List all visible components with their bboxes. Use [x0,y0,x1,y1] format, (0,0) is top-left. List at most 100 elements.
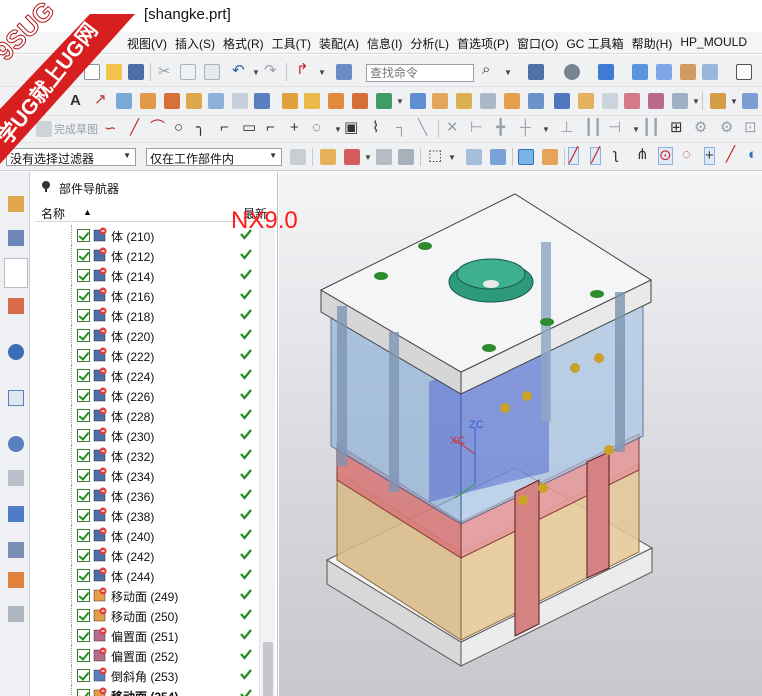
move-face-icon[interactable] [528,93,544,109]
replace-face-icon[interactable] [504,93,520,109]
select-dropdown-icon[interactable]: ▼ [364,153,372,162]
copy-icon[interactable] [180,64,196,80]
curve-dropdown-icon[interactable]: ▼ [318,68,326,77]
offset-dropdown-icon[interactable]: ▼ [334,125,342,134]
visibility-checkbox[interactable] [77,569,90,582]
feature-row[interactable]: 体 (242) [35,545,257,565]
visibility-checkbox[interactable] [77,469,90,482]
sketch-view-icon[interactable]: ⚙ [720,120,733,136]
sketch-settings-icon[interactable]: ⚙ [694,120,707,136]
resize-face-icon[interactable] [578,93,594,109]
cube-view-icon[interactable] [672,93,688,109]
cut-icon[interactable]: ✂ [158,64,171,80]
trim-icon[interactable]: ✕ [446,120,459,136]
component-icon[interactable] [742,93,758,109]
visibility-checkbox[interactable] [77,489,90,502]
hole-icon[interactable] [164,93,180,109]
visibility-checkbox[interactable] [77,429,90,442]
command-finder-icon[interactable] [336,64,352,80]
select-all-icon[interactable] [466,149,482,165]
mid-point-icon[interactable]: ╱ [590,147,602,165]
menu-item[interactable]: 帮助(H) [631,35,680,52]
select-body-icon[interactable] [344,149,360,165]
finish-sketch-icon[interactable] [36,121,52,137]
feature-row[interactable]: 体 (244) [35,565,257,585]
intersection-icon[interactable]: ┐ [396,120,407,136]
feature-row[interactable]: 体 (224) [35,365,257,385]
edit-dropdown-icon[interactable]: ▼ [542,125,550,134]
boss-icon[interactable] [186,93,202,109]
visibility-checkbox[interactable] [77,649,90,662]
background-icon[interactable] [680,64,696,80]
section-view-icon[interactable] [702,64,718,80]
feature-row[interactable]: 体 (228) [35,405,257,425]
feature-row[interactable]: 体 (218) [35,305,257,325]
fillet-icon[interactable]: ╮ [196,120,205,136]
menu-item[interactable]: 工具(T) [271,35,318,52]
trim-body-icon[interactable] [282,93,298,109]
dimension-icon[interactable]: ┃┃ [584,120,602,136]
visibility-checkbox[interactable] [77,689,90,696]
offset-curve-icon[interactable]: ◌ [312,120,321,136]
feature-row[interactable]: 体 (230) [35,425,257,445]
point-icon[interactable]: ⌐ [266,120,275,136]
visibility-checkbox[interactable] [77,369,90,382]
end-point-icon[interactable]: ╱ [568,147,580,165]
feature-row[interactable]: 移动面 (254) [35,685,257,696]
paste-icon[interactable] [204,64,220,80]
line-icon[interactable]: ╱ [130,120,139,136]
pattern-curve-icon[interactable]: ▣ [344,120,358,136]
sketch-icon[interactable]: ↗ [94,92,107,108]
snap-grid-icon[interactable] [542,149,558,165]
menu-item[interactable]: 窗口(O) [516,35,565,52]
mirror-icon[interactable] [410,93,426,109]
visibility-checkbox[interactable] [77,529,90,542]
column-name-header[interactable]: 名称 [41,205,65,222]
visibility-checkbox[interactable] [77,249,90,262]
constraint-dropdown-icon[interactable]: ▼ [632,125,640,134]
search-icon[interactable]: ⌕ [482,62,490,78]
intersection-point-icon[interactable]: ⋔ [636,147,649,163]
menu-item[interactable]: 格式(R) [222,35,271,52]
select-face-icon[interactable] [376,149,392,165]
feature-row[interactable]: 体 (222) [35,345,257,365]
select-solid-icon[interactable] [490,149,506,165]
text-icon[interactable]: A [70,93,81,109]
pin-icon[interactable] [40,180,52,192]
undo-dropdown-icon[interactable]: ▼ [252,68,260,77]
existing-point-icon[interactable]: + [704,147,715,165]
command-search-input[interactable] [366,64,474,82]
feature-row[interactable]: 倒斜角 (253) [35,665,257,685]
arc-center-icon[interactable]: ⊙ [658,147,673,165]
scrollbar-thumb[interactable] [263,642,273,696]
layer-icon[interactable] [736,64,752,80]
render-style-icon[interactable] [564,64,580,80]
feature-row[interactable]: 移动面 (250) [35,605,257,625]
feature-row[interactable]: 体 (220) [35,325,257,345]
visibility-checkbox[interactable] [77,669,90,682]
chamfer-icon[interactable] [254,93,270,109]
visibility-checkbox[interactable] [77,629,90,642]
open-folder-icon[interactable] [106,64,122,80]
menu-item[interactable]: 装配(A) [318,35,366,52]
hd3d-tools-icon[interactable] [8,344,24,360]
unite-icon[interactable] [304,93,320,109]
system-materials-icon[interactable] [8,470,24,486]
chamfer-sketch-icon[interactable]: ⌐ [220,120,229,136]
selection-scope-select[interactable]: 仅在工作部件内 ▼ [146,148,282,166]
auto-constraint-icon[interactable]: ⊣ [608,120,621,136]
subtract-icon[interactable] [328,93,344,109]
pattern-dropdown-icon[interactable]: ▼ [396,97,404,106]
reuse-library-icon[interactable] [8,298,24,314]
show-constraints-icon[interactable]: ┃┃ [642,120,660,136]
feature-row[interactable]: 体 (234) [35,465,257,485]
filter-settings-icon[interactable] [290,149,306,165]
menu-item[interactable]: GC 工具箱 [565,35,630,52]
extend-icon[interactable]: ⊢ [470,120,483,136]
search-dropdown-icon[interactable]: ▼ [504,68,512,77]
arc-icon[interactable]: ⌒ [150,120,165,136]
assembly-navigator-icon[interactable] [8,196,24,212]
blend-icon[interactable] [232,93,248,109]
project-curve-icon[interactable]: ╲ [418,120,427,136]
draft-icon[interactable] [432,93,448,109]
